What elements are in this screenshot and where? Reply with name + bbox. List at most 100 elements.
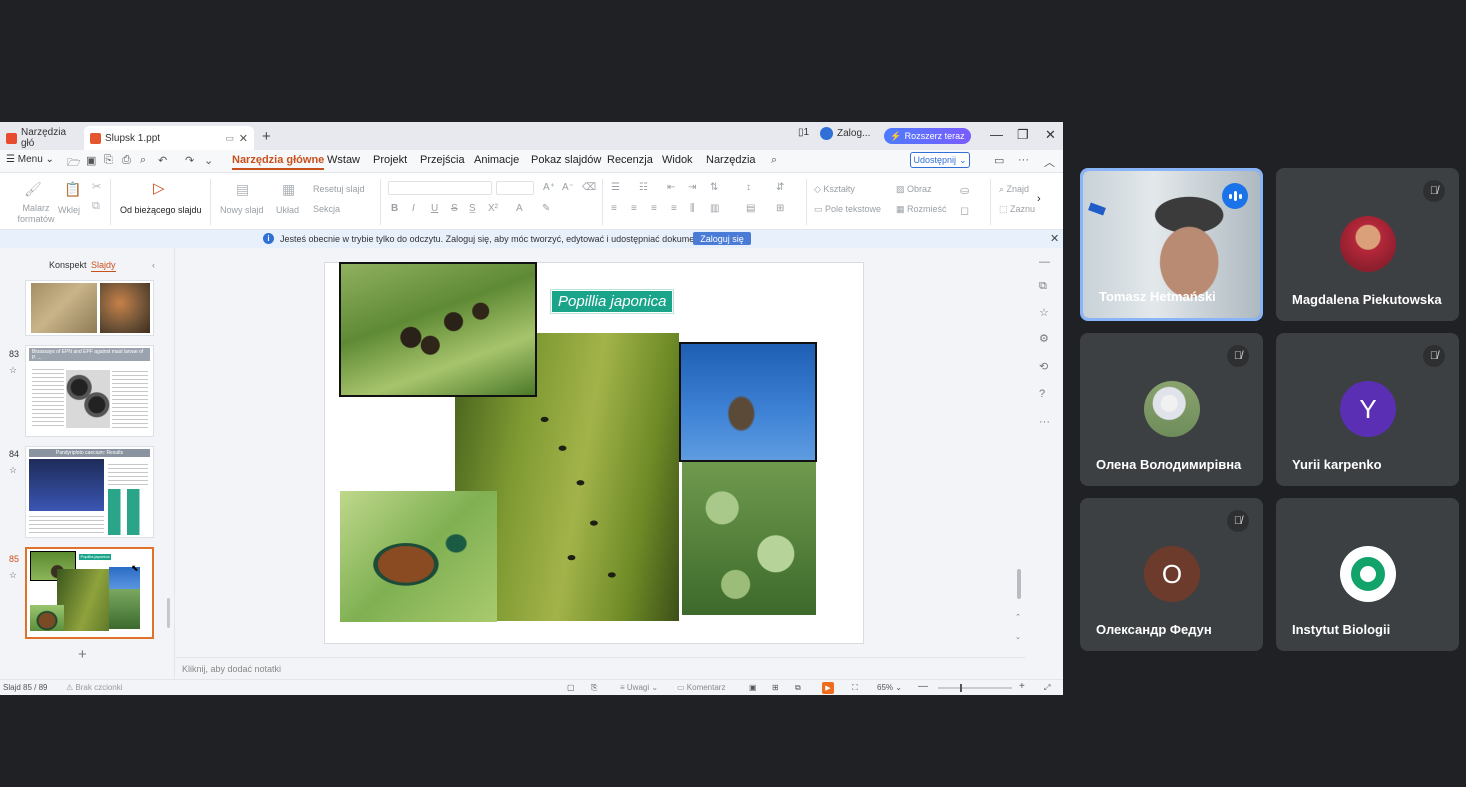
panel-scrollbar[interactable] bbox=[167, 598, 170, 628]
new-slide-label[interactable]: Nowy slajd bbox=[220, 205, 264, 215]
participant-tile[interactable]: 🎙̸ Олена Володимирівна bbox=[1080, 333, 1263, 486]
textbox-button[interactable]: ▭ Pole tekstowe bbox=[814, 204, 881, 215]
paste-label[interactable]: Wklej bbox=[58, 205, 80, 215]
more-icon[interactable]: ··· bbox=[1018, 154, 1029, 166]
export-icon[interactable]: ⎘ bbox=[104, 154, 113, 167]
open-folder-icon[interactable]: 🗁 bbox=[67, 154, 81, 173]
align-text-icon[interactable]: ⇵ bbox=[776, 182, 784, 193]
tab-transitions[interactable]: Przejścia bbox=[420, 154, 465, 166]
italic-icon[interactable]: I bbox=[412, 203, 415, 214]
bullets-icon[interactable]: ☰ bbox=[611, 182, 620, 193]
window-layout-icon[interactable]: ▯1 bbox=[798, 127, 809, 138]
columns-dropdown-icon[interactable]: ▤ bbox=[746, 203, 755, 214]
close-infobar-icon[interactable]: ✕ bbox=[1050, 232, 1059, 245]
cut-icon[interactable]: ✂ bbox=[92, 180, 101, 193]
from-current-slide-button[interactable]: Od bieżącego slajdu bbox=[120, 205, 202, 215]
slide-sorter-icon[interactable]: ⊞ bbox=[772, 683, 779, 692]
arrange-button[interactable]: ▦ Rozmieść bbox=[896, 204, 947, 215]
close-tab-icon[interactable]: ✕ bbox=[239, 132, 248, 145]
ribbon-scroll-right-icon[interactable]: › bbox=[1037, 193, 1041, 205]
reading-view-icon[interactable]: ⧉ bbox=[795, 683, 801, 693]
reading-mode-icon[interactable]: ▢ bbox=[567, 683, 575, 692]
picture-button[interactable]: ▨ Obraz bbox=[896, 184, 932, 195]
tab-document[interactable]: Slupsk 1.ppt ▭ ✕ bbox=[84, 126, 254, 150]
undo-icon[interactable]: ↶ bbox=[158, 154, 167, 167]
layout-icon[interactable]: ▦ bbox=[282, 181, 295, 198]
minus-icon[interactable]: — bbox=[1039, 256, 1050, 268]
star-outline-icon[interactable]: ☆ bbox=[1039, 306, 1049, 319]
star-icon[interactable]: ☆ bbox=[9, 465, 17, 476]
justify-icon[interactable]: ≡ bbox=[671, 203, 677, 214]
menu-button[interactable]: ☰ Menu ⌄ bbox=[6, 154, 54, 165]
close-window-icon[interactable]: ✕ bbox=[1045, 127, 1056, 143]
tab-view[interactable]: Widok bbox=[662, 154, 693, 166]
zoom-out-icon[interactable]: — bbox=[918, 681, 928, 692]
more-icon[interactable]: ··· bbox=[1039, 416, 1050, 428]
smartart-icon[interactable]: ⊞ bbox=[776, 203, 784, 214]
slide-thumbnail[interactable] bbox=[25, 280, 154, 336]
tab-review[interactable]: Recenzja bbox=[607, 154, 653, 166]
play-from-current-icon[interactable]: ▷ bbox=[153, 179, 165, 197]
upgrade-button[interactable]: ⚡ Rozszerz teraz bbox=[884, 128, 971, 144]
restore-icon[interactable]: ❐ bbox=[1017, 127, 1029, 143]
star-icon[interactable]: ☆ bbox=[9, 570, 17, 581]
outline-icon[interactable]: ◻ bbox=[960, 204, 969, 217]
tab-design[interactable]: Projekt bbox=[373, 154, 407, 166]
collapse-ribbon-icon[interactable]: ︿ bbox=[1044, 154, 1055, 170]
shapes-button[interactable]: ◇ Kształty bbox=[814, 184, 855, 195]
slide-thumbnail[interactable]: Bioassays of EPN and EPF against mast la… bbox=[25, 345, 154, 437]
align-right-icon[interactable]: ≡ bbox=[651, 203, 657, 214]
tab-animations[interactable]: Animacje bbox=[474, 154, 519, 166]
participant-tile[interactable]: 🎙̸ Y Yurii karpenko bbox=[1276, 333, 1459, 486]
distribute-icon[interactable]: ⫼ bbox=[690, 203, 695, 214]
columns-icon[interactable]: ▥ bbox=[710, 203, 719, 214]
properties-icon[interactable]: ⚙ bbox=[1039, 332, 1049, 345]
section-button[interactable]: Sekcja bbox=[313, 204, 340, 214]
current-slide[interactable]: Popillia japonica bbox=[324, 262, 864, 644]
scroll-thumb[interactable] bbox=[1017, 569, 1021, 599]
find-button[interactable]: ⌕ Znajd bbox=[999, 184, 1029, 195]
participant-tile[interactable]: 🎙̸ O Олександр Федун bbox=[1080, 498, 1263, 651]
scroll-up-icon[interactable]: ⌃ bbox=[1015, 613, 1021, 621]
tab-slideshow[interactable]: Pokaz slajdów bbox=[531, 154, 601, 166]
select-button[interactable]: ⬚ Zaznu bbox=[999, 204, 1035, 215]
new-tab-icon[interactable]: + bbox=[262, 128, 271, 145]
paste-icon[interactable]: 📋 bbox=[64, 181, 81, 198]
print-icon[interactable]: ⎙ bbox=[122, 154, 131, 167]
clear-format-icon[interactable]: ⌫ bbox=[582, 182, 596, 193]
underline-icon[interactable]: U bbox=[431, 203, 438, 214]
font-size-select[interactable] bbox=[496, 181, 534, 195]
participant-tile[interactable]: 🎙̸ Magdalena Piekutowska bbox=[1276, 168, 1459, 321]
strikethrough-icon[interactable]: S bbox=[451, 203, 458, 214]
login-button[interactable]: Zaloguj się bbox=[693, 232, 751, 245]
fill-color-icon[interactable]: ⛀ bbox=[960, 184, 969, 197]
comment-icon[interactable]: ▭ bbox=[994, 154, 1004, 167]
copy-icon[interactable]: ⧉ bbox=[92, 200, 100, 213]
transform-icon[interactable]: ⧉ bbox=[1039, 280, 1047, 293]
history-icon[interactable]: ⟲ bbox=[1039, 360, 1048, 373]
superscript-icon[interactable]: X² bbox=[488, 203, 498, 214]
shadow-icon[interactable]: S̲ bbox=[469, 203, 476, 214]
share-button[interactable]: Udostępnij ⌄ bbox=[910, 152, 970, 168]
format-painter-icon[interactable]: 🖌 bbox=[24, 181, 42, 198]
fullscreen-icon[interactable]: ⤢ bbox=[1044, 683, 1050, 693]
tab-outline[interactable]: Konspekt bbox=[49, 260, 87, 270]
zoom-in-icon[interactable]: + bbox=[1019, 681, 1025, 692]
help-icon[interactable]: ? bbox=[1039, 388, 1045, 400]
font-color-icon[interactable]: A bbox=[516, 203, 523, 214]
notes-field[interactable]: Kliknij, aby dodać notatki bbox=[176, 657, 1026, 679]
star-icon[interactable]: ☆ bbox=[9, 365, 17, 376]
text-direction-icon[interactable]: ⇅ bbox=[710, 182, 718, 193]
comment-toggle[interactable]: ▭ Komentarz bbox=[677, 683, 725, 692]
font-status[interactable]: ⚠ Brak czcionki bbox=[66, 683, 123, 692]
zoom-slider[interactable] bbox=[938, 687, 1012, 689]
layout-label[interactable]: Układ bbox=[276, 205, 299, 215]
highlight-icon[interactable]: ✎ bbox=[542, 203, 550, 214]
slideshow-play-button[interactable]: ▶ bbox=[822, 682, 834, 694]
normal-view-icon[interactable]: ▣ bbox=[749, 683, 757, 692]
tab-tools[interactable]: Narzędzia bbox=[706, 154, 756, 166]
font-shrink-icon[interactable]: A⁻ bbox=[562, 182, 574, 193]
align-center-icon[interactable]: ≡ bbox=[631, 203, 637, 214]
save-icon[interactable]: ▣ bbox=[86, 154, 96, 167]
collapse-panel-icon[interactable]: ‹ bbox=[152, 260, 155, 270]
